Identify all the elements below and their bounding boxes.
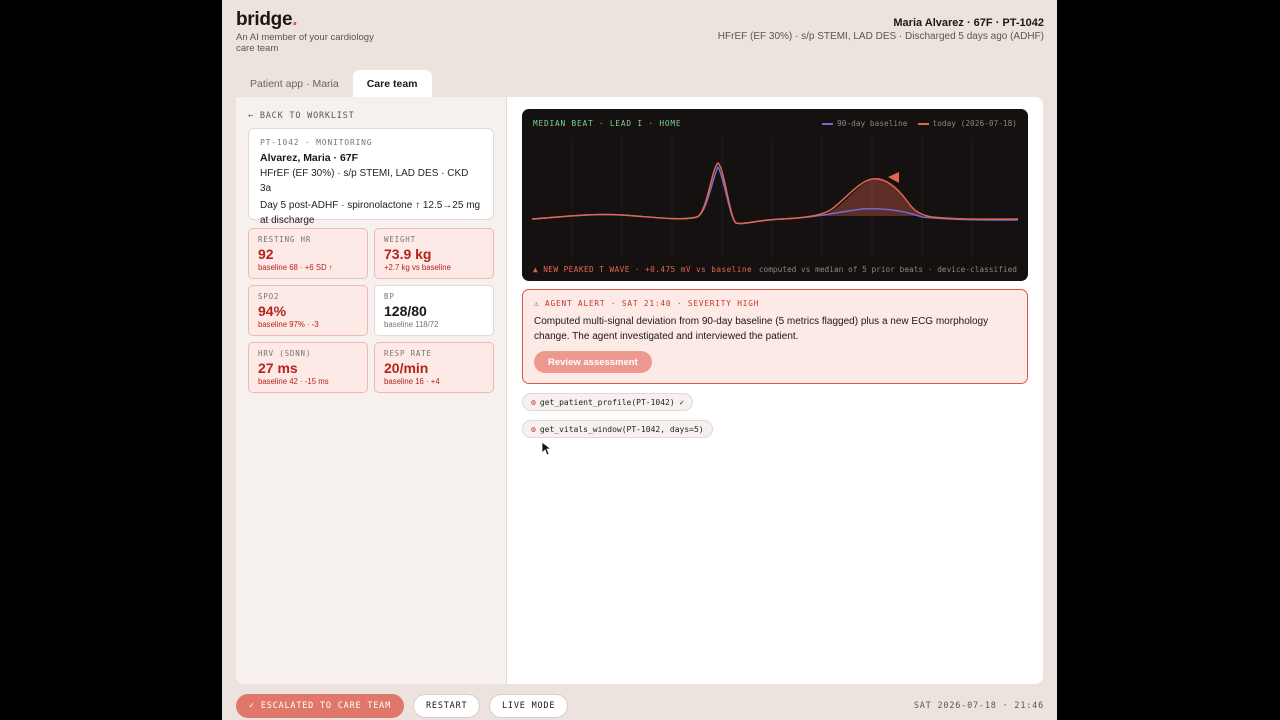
bottom-bar: ✓ ESCALATED TO CARE TEAM RESTART LIVE MO…: [222, 684, 1057, 720]
metric-hrv: HRV (SDNN) 27 ms baseline 42 · -15 ms: [248, 342, 368, 393]
metric-baseline: +2.7 kg vs baseline: [384, 263, 451, 272]
tab-patient-app[interactable]: Patient app · Maria: [236, 70, 353, 97]
care-team-panel: ← BACK TO WORKLIST PT-1042 · MONITORING …: [236, 97, 1043, 684]
tagline: An AI member of your cardiology care tea…: [236, 32, 374, 54]
patient-card-name: Alvarez, Maria · 67F: [260, 152, 359, 164]
gear-icon: ⚙: [531, 397, 536, 407]
logo: bridge.: [236, 9, 298, 30]
metric-weight: WEIGHT 73.9 kg +2.7 kg vs baseline: [374, 228, 494, 279]
metric-value: 27 ms: [258, 360, 298, 376]
metric-spo2: SPO2 94% baseline 97% · -3: [248, 285, 368, 336]
gear-icon: ⚙: [531, 424, 536, 434]
escalated-status-button[interactable]: ✓ ESCALATED TO CARE TEAM: [236, 694, 405, 718]
metric-label: RESTING HR: [258, 235, 312, 244]
patient-course: Day 5 post-ADHF · spironolactone ↑ 12.5→…: [260, 200, 481, 226]
ecg-note: computed vs median of 5 prior beats · de…: [758, 265, 1017, 274]
metric-label: SPO2: [258, 292, 280, 301]
metric-baseline: baseline 118/72: [384, 320, 439, 329]
ecg-median-beat-panel: MEDIAN BEAT · LEAD I · HOME 90-day basel…: [522, 109, 1028, 281]
patient-sidebar: ← BACK TO WORKLIST PT-1042 · MONITORING …: [236, 97, 507, 684]
metric-resting-hr: RESTING HR 92 baseline 68 · +6 SD ↑: [248, 228, 368, 279]
review-assessment-button[interactable]: Review assessment: [534, 351, 652, 373]
metric-baseline: baseline 16 · +4: [384, 377, 440, 386]
tab-care-team[interactable]: Care team: [352, 70, 432, 97]
legend-baseline-swatch: [822, 122, 834, 125]
metric-baseline: baseline 97% · -3: [258, 320, 319, 329]
metric-baseline: baseline 42 · -15 ms: [258, 377, 329, 386]
metric-baseline: baseline 68 · +6 SD ↑: [258, 263, 333, 272]
metric-value: 20/min: [384, 360, 429, 376]
metric-label: RESP RATE: [384, 349, 432, 358]
alert-header: ⚠ AGENT ALERT · SAT 21:40 · SEVERITY HIG…: [534, 299, 760, 308]
ecg-peaked-t-fill: [822, 178, 922, 216]
tool-call-chip: ⚙ get_vitals_window(PT-1042, days=5): [522, 420, 713, 438]
agent-alert: ⚠ AGENT ALERT · SAT 21:40 · SEVERITY HIG…: [522, 289, 1028, 384]
live-mode-button[interactable]: LIVE MODE: [489, 694, 569, 718]
metric-label: WEIGHT: [384, 235, 416, 244]
ecg-title: MEDIAN BEAT · LEAD I · HOME: [533, 119, 682, 128]
metric-label: HRV (SDNN): [258, 349, 312, 358]
patient-diagnosis: HFrEF (EF 30%) · s/p STEMI, LAD DES · CK…: [260, 168, 469, 194]
metric-value: 73.9 kg: [384, 246, 432, 262]
timestamp: SAT 2026-07-18 · 21:46: [913, 701, 1044, 711]
legend-baseline-label: 90-day baseline: [837, 119, 908, 128]
patient-header: Maria Alvarez · 67F · PT-1042 HFrEF (EF …: [718, 17, 1044, 42]
patient-summary: HFrEF (EF 30%) · s/p STEMI, LAD DES · Di…: [717, 31, 1044, 42]
tab-bar: Patient app · Maria Care team: [236, 70, 432, 97]
legend-today-swatch: [917, 122, 929, 125]
ecg-flag: ▲ NEW PEAKED T WAVE · +0.475 mV vs basel…: [533, 265, 753, 274]
back-to-worklist-link[interactable]: ← BACK TO WORKLIST: [248, 111, 355, 121]
ecg-waveform: [531, 137, 1019, 259]
mouse-cursor-icon: [541, 441, 551, 456]
metric-value: 94%: [258, 303, 287, 319]
metric-bp: BP 128/80 baseline 118/72: [374, 285, 494, 336]
metric-resp-rate: RESP RATE 20/min baseline 16 · +4: [374, 342, 494, 393]
brand: bridge. An AI member of your cardiology …: [236, 9, 386, 54]
metric-value: 128/80: [384, 303, 427, 319]
ecg-t-wave-marker: [888, 172, 899, 183]
tool-call-text: get_patient_profile(PT-1042) ✓: [539, 397, 685, 407]
alert-text: Computed multi-signal deviation from 90-…: [534, 316, 989, 342]
patient-id-line: PT-1042 · MONITORING: [260, 138, 373, 147]
metric-value: 92: [258, 246, 274, 262]
app-window: bridge. An AI member of your cardiology …: [222, 0, 1057, 720]
ecg-legend: 90-day baseline today (2026-07-18): [822, 119, 1017, 128]
legend-today-label: today (2026-07-18): [932, 119, 1018, 128]
restart-button[interactable]: RESTART: [413, 694, 481, 718]
metric-label: BP: [384, 292, 395, 301]
patient-card: PT-1042 · MONITORING Alvarez, Maria · 67…: [248, 128, 494, 226]
tool-call-text: get_vitals_window(PT-1042, days=5): [539, 424, 704, 434]
tool-call-chip: ⚙ get_patient_profile(PT-1042) ✓: [522, 393, 694, 411]
patient-name: Maria Alvarez · 67F · PT-1042: [893, 17, 1044, 29]
ecg-today-trace: [531, 162, 1019, 225]
